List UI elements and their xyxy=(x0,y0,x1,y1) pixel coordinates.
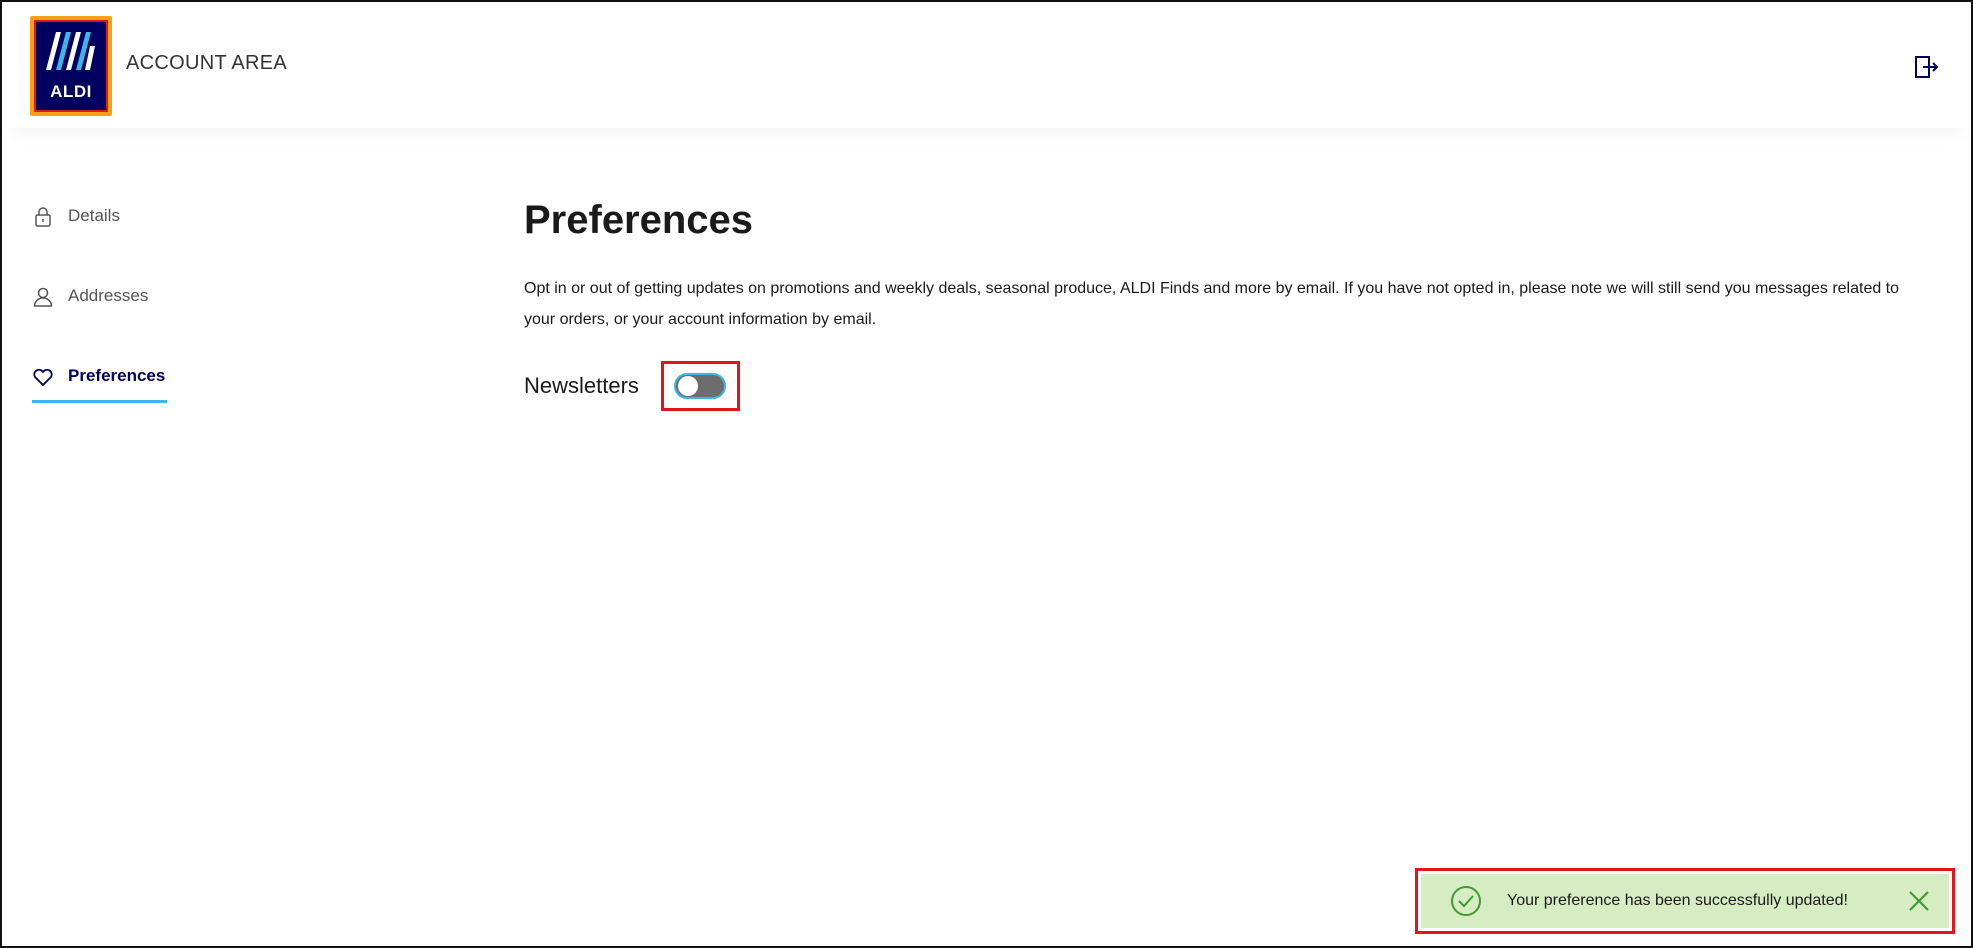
logout-icon[interactable] xyxy=(1911,52,1941,82)
sidebar-item-label: Addresses xyxy=(68,286,149,305)
toggle-knob xyxy=(677,376,698,396)
browser-frame: ALDI ACCOUNT AREA Details Addresses Pref… xyxy=(0,0,1973,948)
toggle-highlight-box xyxy=(660,361,740,411)
logo-panel: ALDI xyxy=(34,20,108,112)
check-circle-icon xyxy=(1451,886,1481,916)
sidebar-item-details[interactable]: Details xyxy=(32,202,332,282)
sidebar-nav: Details Addresses Preferences xyxy=(32,202,332,442)
sidebar-item-addresses[interactable]: Addresses xyxy=(32,282,332,362)
newsletters-toggle[interactable] xyxy=(673,373,726,399)
toast-highlight-box: Your preference has been successfully up… xyxy=(1415,868,1955,934)
sidebar-item-label: Details xyxy=(68,206,120,225)
aldi-logo[interactable]: ALDI xyxy=(30,16,112,116)
user-icon xyxy=(33,287,53,307)
page-title: Preferences xyxy=(524,198,754,242)
sidebar-item-label: Preferences xyxy=(68,366,166,385)
header: ALDI ACCOUNT AREA xyxy=(2,2,1971,128)
toast-message: Your preference has been successfully up… xyxy=(1507,892,1848,909)
newsletter-preference-row: Newsletters xyxy=(524,361,1924,411)
logo-text: ALDI xyxy=(50,82,92,101)
header-title: ACCOUNT AREA xyxy=(126,52,288,74)
heart-icon xyxy=(33,368,53,386)
success-toast: Your preference has been successfully up… xyxy=(1421,874,1949,928)
newsletters-label: Newsletters xyxy=(524,373,639,398)
sidebar-item-preferences[interactable]: Preferences xyxy=(32,362,332,442)
lock-icon xyxy=(35,207,51,227)
logo-stripes-icon xyxy=(46,32,95,70)
close-icon[interactable] xyxy=(1907,889,1931,913)
main-content: Preferences Opt in or out of getting upd… xyxy=(524,198,1924,411)
preferences-description: Opt in or out of getting updates on prom… xyxy=(524,280,1900,328)
